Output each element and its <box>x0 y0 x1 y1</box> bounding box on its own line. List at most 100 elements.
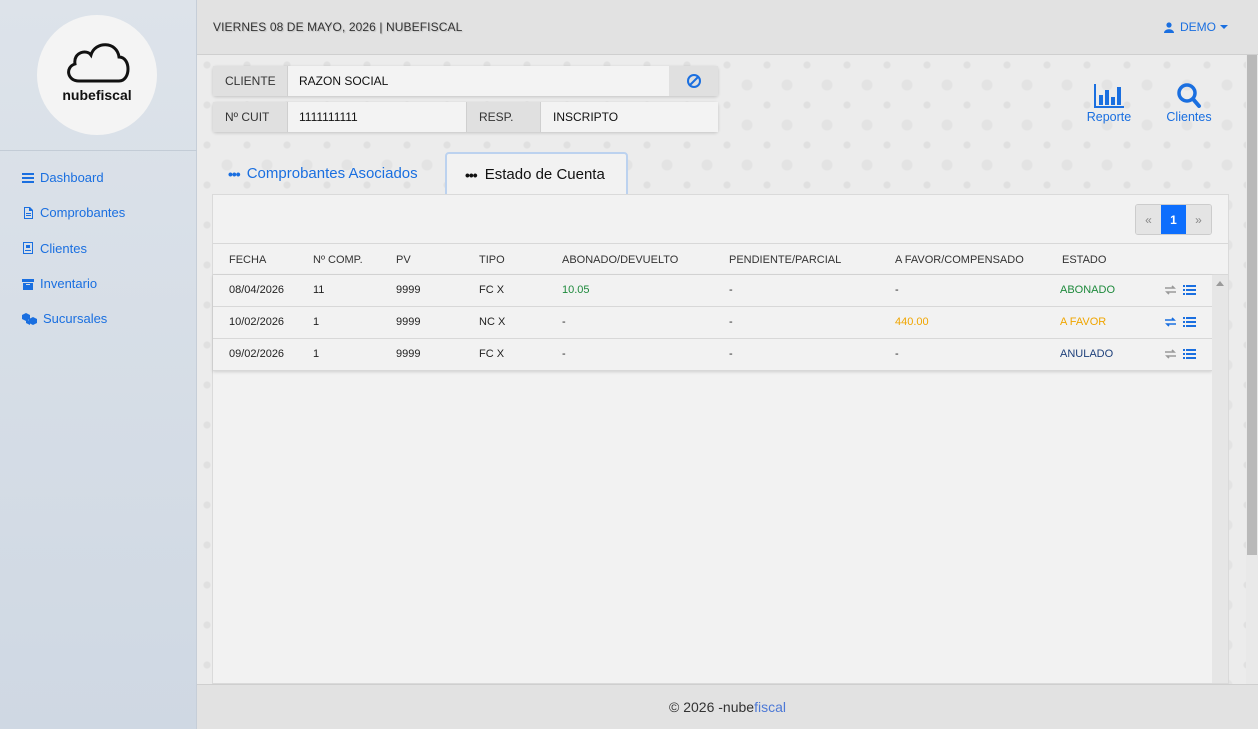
caret-down-icon <box>1220 25 1228 29</box>
list-icon[interactable] <box>1183 284 1196 296</box>
pager-page-1-button[interactable]: 1 <box>1161 205 1186 234</box>
sidebar-item-comprobantes[interactable]: Comprobantes <box>22 195 125 230</box>
list-icon[interactable] <box>1183 348 1196 360</box>
logo-text: nubefiscal <box>62 87 132 103</box>
sidebar-item-clientes[interactable]: Clientes <box>22 231 125 266</box>
cell-abonado: 10.05 <box>562 284 590 296</box>
table-body: 08/04/2026 11 9999 FC X 10.05 - - ABONAD… <box>213 275 1212 683</box>
cell-pv: 9999 <box>396 348 421 360</box>
cliente-field: CLIENTE RAZON SOCIAL <box>213 66 718 96</box>
cell-favor: - <box>895 348 899 360</box>
cliente-input[interactable]: RAZON SOCIAL <box>288 66 669 96</box>
sidebar-item-label: Clientes <box>40 240 87 256</box>
cell-comp: 1 <box>313 316 320 328</box>
cell-fecha: 09/02/2026 <box>229 348 285 360</box>
sidebar-item-label: Dashboard <box>40 170 104 186</box>
cloud-logo-icon <box>67 43 130 83</box>
user-menu[interactable]: DEMO <box>1164 20 1228 34</box>
col-tipo: TIPO <box>479 254 505 266</box>
col-fecha: FECHA <box>229 254 267 266</box>
col-estado: ESTADO <box>1062 254 1107 266</box>
id-card-icon <box>22 242 34 255</box>
cell-tipo: FC X <box>479 348 505 360</box>
top-header: VIERNES 08 DE MAYO, 2026 | NUBEFISCAL DE… <box>197 0 1258 55</box>
footer-copyright: © 2026 - <box>669 699 723 715</box>
resp-value: INSCRIPTO <box>541 102 718 132</box>
header-date: VIERNES 08 DE MAYO, 2026 | NUBEFISCAL <box>213 20 463 34</box>
cell-comp: 11 <box>313 284 325 296</box>
box-icon <box>22 278 34 290</box>
table-scrollbar[interactable] <box>1212 275 1228 683</box>
reporte-button[interactable]: Reporte <box>1084 82 1134 124</box>
sidebar-item-sucursales[interactable]: Sucursales <box>22 301 125 336</box>
cuit-resp-field: Nº CUIT 1111111111 RESP. INSCRIPTO <box>213 102 718 132</box>
cuit-label: Nº CUIT <box>213 102 288 132</box>
file-icon <box>22 206 34 219</box>
cell-abonado: - <box>562 348 566 360</box>
ban-icon <box>686 74 701 88</box>
estado-cuenta-panel: « 1 » FECHA Nº COMP. PV TIPO ABONADO/DEV… <box>212 194 1229 684</box>
row-actions <box>1164 284 1196 296</box>
bar-chart-icon <box>1094 84 1124 108</box>
exchange-icon[interactable] <box>1164 348 1177 360</box>
user-label: DEMO <box>1180 20 1216 34</box>
sidebar-item-label: Sucursales <box>43 311 108 327</box>
tab-comprobantes-asociados[interactable]: ••• Comprobantes Asociados <box>228 165 418 182</box>
clear-client-button[interactable] <box>669 66 718 96</box>
sidebar-item-dashboard[interactable]: Dashboard <box>22 160 125 195</box>
sidebar-item-label: Inventario <box>40 276 98 292</box>
exchange-icon[interactable] <box>1164 316 1177 328</box>
rows-container: 08/04/2026 11 9999 FC X 10.05 - - ABONAD… <box>213 275 1212 371</box>
cell-tipo: FC X <box>479 284 505 296</box>
cell-favor: 440.00 <box>895 316 929 328</box>
col-abonado: ABONADO/DEVUELTO <box>562 254 679 266</box>
tab-label: Comprobantes Asociados <box>246 165 418 182</box>
table-row[interactable]: 10/02/2026 1 9999 NC X - - 440.00 A FAVO… <box>213 307 1212 339</box>
cell-fecha: 08/04/2026 <box>229 284 285 296</box>
footer-brand-part2: fiscal <box>754 699 786 715</box>
sidebar-item-inventario[interactable]: Inventario <box>22 266 125 301</box>
col-pendiente: PENDIENTE/PARCIAL <box>729 254 842 266</box>
pager-next-button[interactable]: » <box>1186 205 1211 234</box>
sidebar-divider <box>0 150 197 151</box>
cell-pv: 9999 <box>396 284 421 296</box>
user-icon <box>1164 21 1174 33</box>
exchange-icon[interactable] <box>1164 284 1177 296</box>
cell-comp: 1 <box>313 348 320 360</box>
tab-label: Estado de Cuenta <box>484 166 605 183</box>
list-icon[interactable] <box>1183 316 1196 328</box>
cubes-icon <box>22 312 37 325</box>
sidebar-nav: Dashboard Comprobantes Clientes Inventar… <box>22 160 125 336</box>
cell-tipo: NC X <box>479 316 506 328</box>
tab-estado-de-cuenta[interactable]: ••• Estado de Cuenta <box>445 152 628 197</box>
clientes-search-button[interactable]: Clientes <box>1164 82 1214 124</box>
col-comp: Nº COMP. <box>313 254 363 266</box>
cell-fecha: 10/02/2026 <box>229 316 285 328</box>
logo[interactable]: nubefiscal <box>37 15 157 135</box>
table-row[interactable]: 09/02/2026 1 9999 FC X - - - ANULADO <box>213 339 1212 371</box>
footer: © 2026 - nube fiscal <box>197 684 1258 729</box>
ellipsis-icon: ••• <box>228 165 241 182</box>
cuit-input[interactable]: 1111111111 <box>288 102 466 132</box>
row-actions <box>1164 348 1196 360</box>
cell-favor: - <box>895 284 899 296</box>
page-scrollbar-thumb[interactable] <box>1247 55 1257 555</box>
reporte-label: Reporte <box>1086 110 1132 124</box>
pager-prev-button[interactable]: « <box>1136 205 1161 234</box>
cell-estado: ANULADO <box>1060 348 1114 360</box>
cell-pv: 9999 <box>396 316 421 328</box>
table-header: FECHA Nº COMP. PV TIPO ABONADO/DEVUELTO … <box>213 243 1228 275</box>
scroll-up-icon[interactable] <box>1216 281 1224 286</box>
cell-pendiente: - <box>729 348 733 360</box>
cell-pendiente: - <box>729 316 733 328</box>
col-favor: A FAVOR/COMPENSADO <box>895 254 1024 266</box>
cliente-label: CLIENTE <box>213 66 288 96</box>
table-row[interactable]: 08/04/2026 11 9999 FC X 10.05 - - ABONAD… <box>213 275 1212 307</box>
footer-brand-part1: nube <box>722 699 755 715</box>
clientes-label: Clientes <box>1166 110 1212 124</box>
bars-icon <box>22 172 34 184</box>
pagination: « 1 » <box>1135 204 1212 235</box>
col-pv: PV <box>396 254 411 266</box>
cell-pendiente: - <box>729 284 733 296</box>
sidebar-item-label: Comprobantes <box>40 205 126 221</box>
